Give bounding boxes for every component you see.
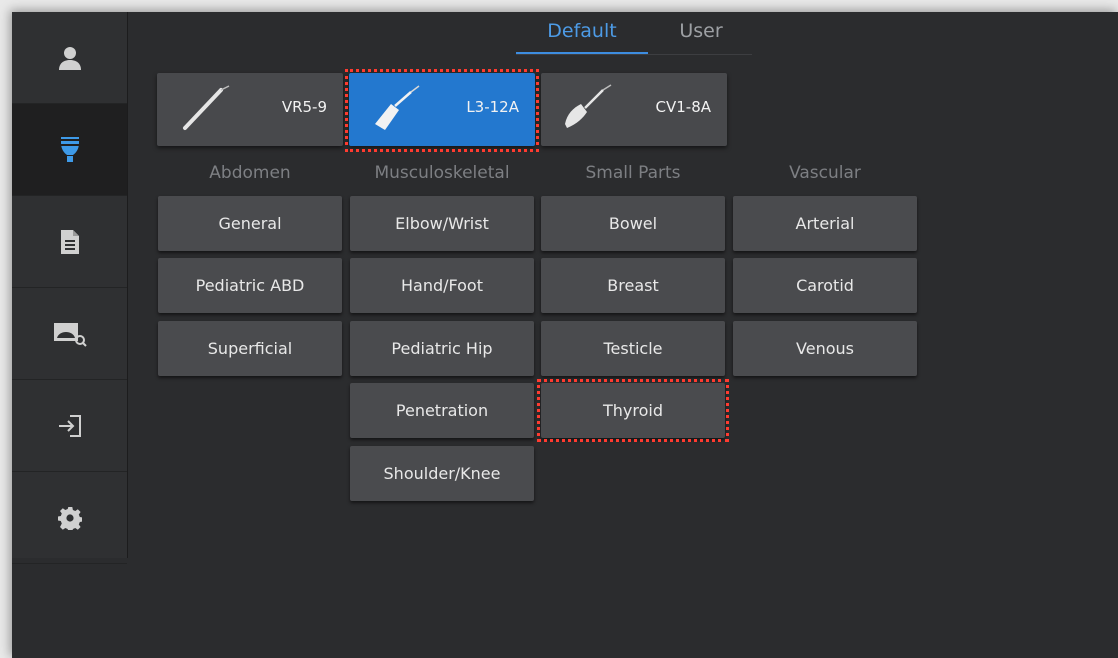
sidebar-item-probe[interactable] xyxy=(12,104,127,196)
probe-cv1-8a[interactable]: CV1-8A xyxy=(541,73,727,146)
category-abdomen: Abdomen xyxy=(209,163,291,183)
preset-testicle[interactable]: Testicle xyxy=(541,321,725,376)
tab-default[interactable]: Default xyxy=(538,18,626,48)
preset-penetration[interactable]: Penetration xyxy=(350,383,534,438)
preset-general[interactable]: General xyxy=(158,196,342,251)
preset-arterial[interactable]: Arterial xyxy=(733,196,917,251)
sidebar-item-patient[interactable] xyxy=(12,12,127,104)
preset-pediatric-abd[interactable]: Pediatric ABD xyxy=(158,258,342,313)
image-review-icon xyxy=(53,322,87,347)
preset-carotid[interactable]: Carotid xyxy=(733,258,917,313)
probe-label: L3-12A xyxy=(466,98,519,116)
preset-bowel[interactable]: Bowel xyxy=(541,196,725,251)
tab-default-underline xyxy=(516,52,648,54)
linear-probe-icon xyxy=(375,85,420,130)
preset-elbow-wrist[interactable]: Elbow/Wrist xyxy=(350,196,534,251)
preset-shoulder-knee[interactable]: Shoulder/Knee xyxy=(350,446,534,501)
sidebar-item-review[interactable] xyxy=(12,288,127,380)
preset-pediatric-hip[interactable]: Pediatric Hip xyxy=(350,321,534,376)
document-icon xyxy=(60,229,79,254)
probe-label: CV1-8A xyxy=(655,98,712,116)
gear-icon xyxy=(57,506,82,530)
probe-label: VR5-9 xyxy=(281,98,327,116)
tab-user[interactable]: User xyxy=(666,18,736,48)
user-icon xyxy=(58,46,81,70)
category-vascular: Vascular xyxy=(789,163,861,183)
probe-vr5-9[interactable]: VR5-9 xyxy=(157,73,343,146)
preset-hand-foot[interactable]: Hand/Foot xyxy=(350,258,534,313)
convex-probe-icon xyxy=(565,84,612,128)
preset-breast[interactable]: Breast xyxy=(541,258,725,313)
sidebar-item-exit[interactable] xyxy=(12,380,127,472)
login-icon xyxy=(58,414,81,437)
category-small-parts: Small Parts xyxy=(585,163,681,183)
probe-l3-12a[interactable]: L3-12A xyxy=(349,73,535,146)
category-musculoskeletal: Musculoskeletal xyxy=(374,163,510,183)
app-window: Default User VR5-9 L3-12A CV1-8A Abdomen… xyxy=(12,12,1118,658)
probe-icon xyxy=(60,136,79,162)
sidebar xyxy=(12,12,128,564)
sidebar-item-settings[interactable] xyxy=(12,472,127,564)
preset-tabs: Default User xyxy=(516,12,752,55)
preset-venous[interactable]: Venous xyxy=(733,321,917,376)
sidebar-item-report[interactable] xyxy=(12,196,127,288)
endocavity-probe-icon xyxy=(183,85,230,130)
preset-superficial[interactable]: Superficial xyxy=(158,321,342,376)
preset-thyroid[interactable]: Thyroid xyxy=(541,383,725,438)
